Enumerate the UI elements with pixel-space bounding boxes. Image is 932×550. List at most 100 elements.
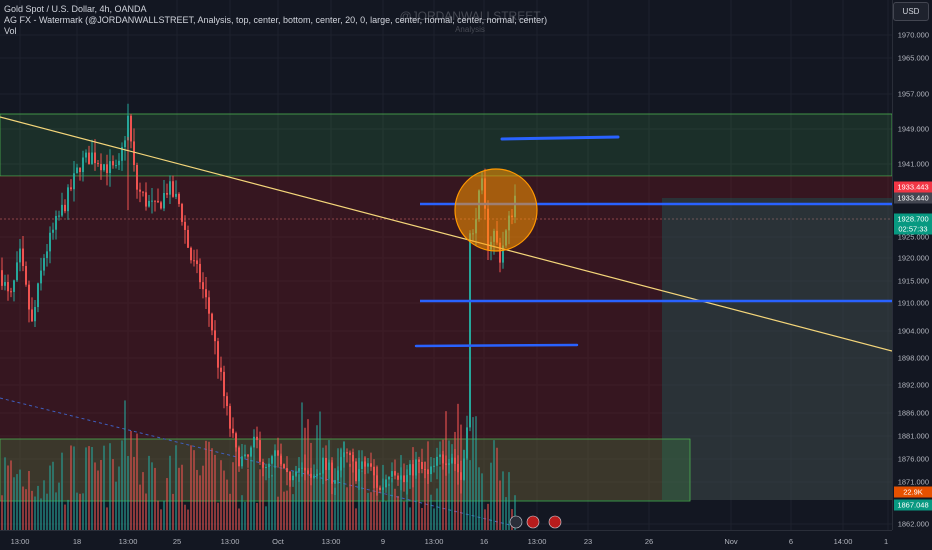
candle-body [439,454,441,457]
volume-bar [94,462,96,530]
time-tick-label: 13:00 [118,537,138,546]
volume-bar [499,480,501,530]
volume-bar [133,456,135,530]
volume-bar [226,479,228,530]
volume-bar [145,493,147,530]
event-icon [548,515,562,529]
volume-bar [247,468,249,530]
price-axis[interactable]: 1970.000 1965.000 1957.000 1949.000 1941.000… [892,0,932,530]
time-axis[interactable]: 13:00 18 13:00 25 13:00 Oct 13:00 9 13:00 16 13:00… [0,530,892,550]
volume-bar [73,446,75,530]
candle-body [142,191,144,193]
price-tag-level: 1933.440 [894,192,932,204]
volume-bar [298,474,300,530]
time-tick-label: Nov [724,537,738,546]
symbol-title[interactable]: Gold Spot / U.S. Dollar, 4h, OANDA [4,4,547,15]
volume-bar [346,487,348,530]
candle-body [46,251,48,259]
volume-bar [106,507,108,530]
candle-body [127,115,129,141]
volume-bar [253,455,255,530]
volume-bar [61,452,63,530]
time-tick-label: 23 [583,537,593,546]
volume-bar [118,466,120,530]
event-badges[interactable] [509,515,562,529]
volume-bar [136,433,138,530]
volume-bar [391,477,393,530]
chart-window[interactable]: Gold Spot / U.S. Dollar, 4h, OANDA AG FX… [0,0,932,550]
candle-body [115,165,117,167]
price-tick-label: 1871.000 [897,477,929,487]
volume-bar [250,459,252,530]
currency-button[interactable]: USD [893,2,929,21]
volume-bar [379,501,381,530]
indicator-volume-title[interactable]: Vol [4,26,547,37]
volume-bar [169,455,171,530]
volume-bar [190,445,192,530]
volume-bar [256,502,258,530]
candle-body [157,200,159,203]
candle-body [154,200,156,202]
volume-bar [466,453,468,530]
candle-body [361,461,363,470]
candle-body [40,270,42,284]
candle-body [430,466,432,475]
candle-body [229,406,231,429]
volume-bar [52,461,54,530]
volume-bar [79,493,81,530]
candle-body [433,465,435,467]
volume-bar [199,475,201,530]
candle-body [298,468,300,472]
candle-body [325,457,327,470]
volume-bar [163,500,165,530]
candle-body [19,248,21,263]
volume-bar [154,467,156,530]
candle-body [292,475,294,481]
candle-body [289,472,291,481]
candle-body [94,152,96,164]
volume-bar [7,465,9,530]
volume-bar [367,492,369,530]
candle-body [85,152,87,158]
volume-bar [37,485,39,530]
candle-body [445,463,447,466]
candle-body [421,461,423,469]
volume-bar [67,499,69,530]
candle-body [460,472,462,480]
volume-bar [505,497,507,530]
volume-bar [292,494,294,530]
candle-body [172,181,174,197]
candle-body [337,470,339,481]
volume-bar [193,450,195,530]
volume-bar [205,440,207,530]
candle-body [352,455,354,462]
volume-bar [502,471,504,530]
time-tick-label: 25 [172,537,182,546]
indicator-watermark-title[interactable]: AG FX - Watermark (@JORDANWALLSTREET, An… [4,15,547,26]
candle-body [382,487,384,490]
volume-bar [472,417,474,530]
candle-body [16,262,18,281]
candle-body [133,141,135,166]
volume-bar [223,470,225,530]
candle-body [256,436,258,441]
price-tick-label: 1949.000 [897,124,929,134]
hline-1948 [500,135,620,141]
candle-body [319,473,321,475]
candle-body [31,309,33,322]
candle-body [385,479,387,488]
volume-bar [229,493,231,530]
price-tick-label: 1881.000 [897,431,929,441]
volume-bar [85,447,87,530]
volume-bar [319,411,321,530]
chart-plot-area[interactable] [0,0,892,530]
candle-body [268,463,270,468]
candle-body [424,468,426,470]
candle-body [271,456,273,464]
hline-1901 [414,343,579,348]
event-icon [509,515,523,529]
price-tag-low: 1867.048 [894,499,932,511]
price-tick-label: 1898.000 [897,353,929,363]
candle-body [181,203,183,222]
candle-body [409,464,411,476]
